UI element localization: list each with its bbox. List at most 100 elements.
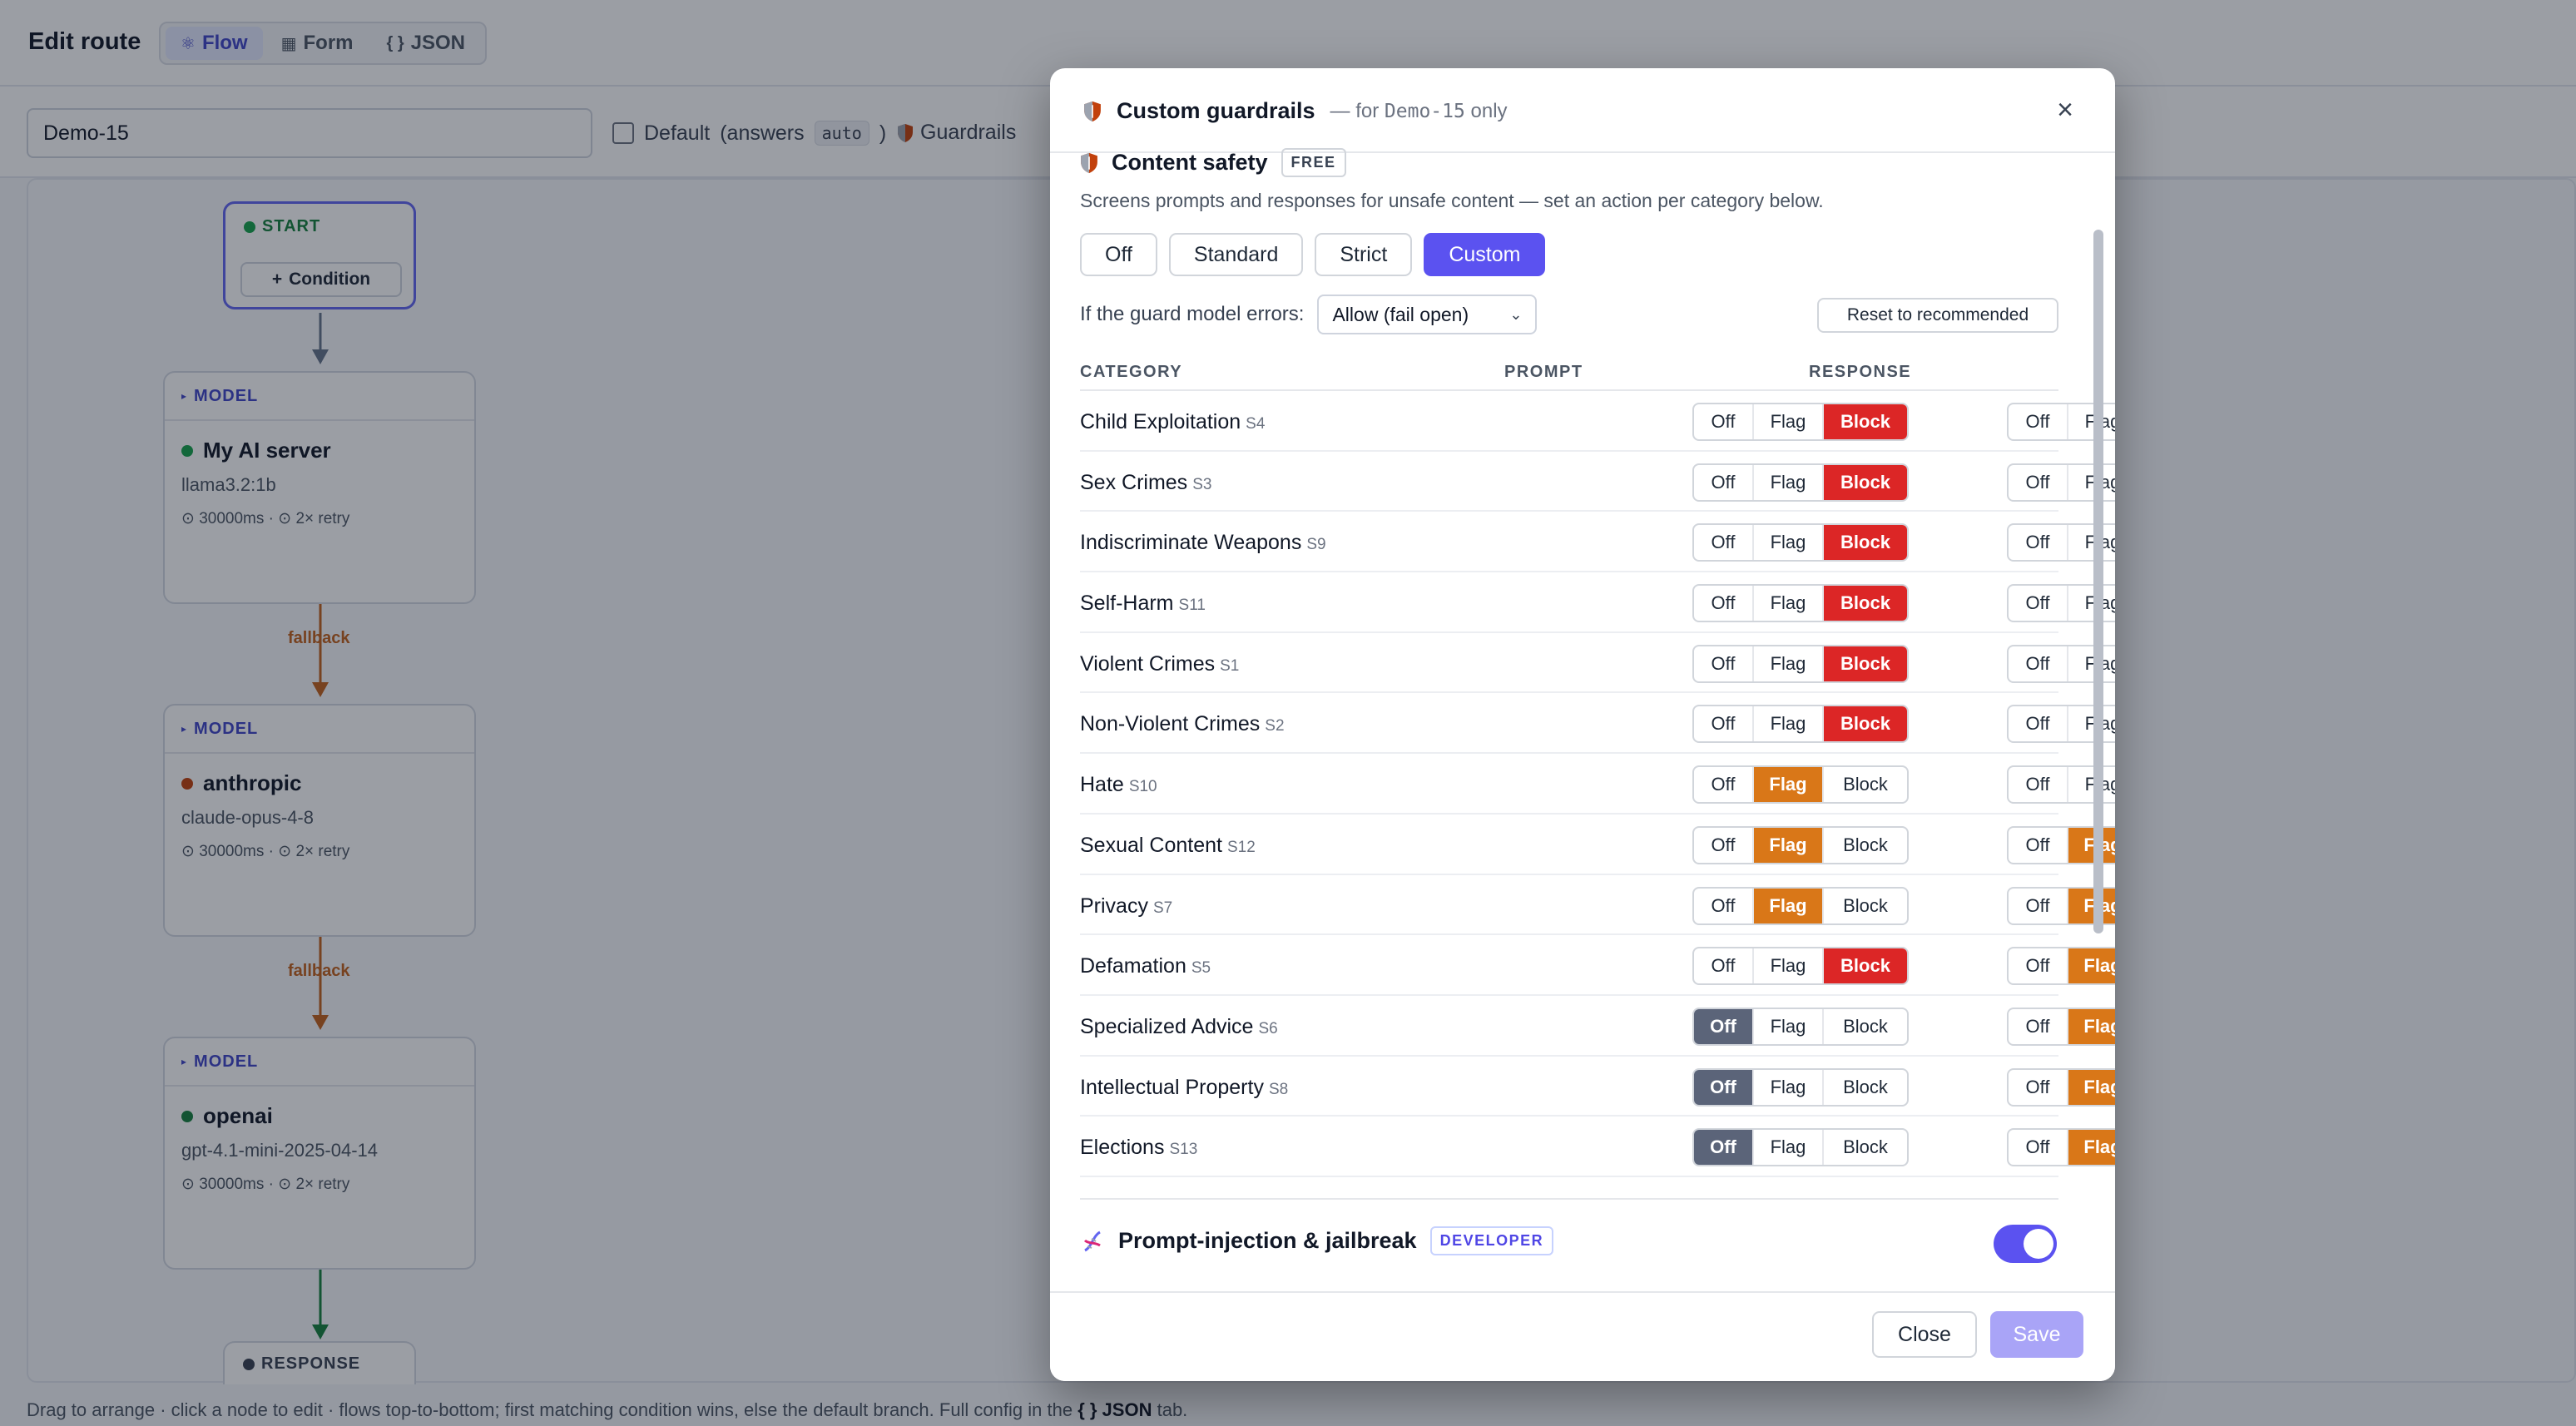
response-off-option[interactable]: Off [2009, 525, 2068, 561]
category-code: S2 [1265, 717, 1285, 735]
prompt-off-option[interactable]: Off [1694, 525, 1754, 561]
preset-custom-button[interactable]: Custom [1424, 233, 1546, 276]
prompt-off-option[interactable]: Off [1694, 767, 1754, 803]
response-off-option[interactable]: Off [2009, 646, 2068, 681]
category-code: S7 [1152, 899, 1173, 917]
table-row: Intellectual Property S8 Off Flag Block Off Fl… [1080, 1057, 2115, 1117]
category-name: Indiscriminate Weapons S9 [1080, 531, 1326, 555]
category-code: S6 [1258, 1019, 1278, 1037]
prompt-action-selector: Off Flag Block [1692, 886, 1909, 925]
prompt-action-selector: Off Flag Block [1692, 644, 1909, 683]
prompt-flag-option[interactable]: Flag [1754, 948, 1824, 984]
tier-badge: DEVELOPER [1429, 1226, 1554, 1255]
prompt-flag-option[interactable]: Flag [1754, 827, 1824, 863]
subtitle-suffix: only [1470, 99, 1508, 122]
table-row: Self-HarmS11OffFlagBlockOffFlagBlock [1080, 572, 2115, 633]
prompt-flag-option[interactable]: Flag [1754, 404, 1824, 439]
response-off-option[interactable]: Off [2009, 706, 2068, 742]
preset-off-button[interactable]: Off [1080, 233, 1157, 276]
response-off-option[interactable]: Off [2009, 464, 2068, 500]
response-off-option[interactable]: Off [2009, 586, 2068, 621]
fail-mode-select[interactable]: Allow (fail open) ⌄ [1317, 295, 1538, 334]
prompt-injection-title: Prompt-injection & jailbreak DEVELOPER [1080, 1226, 1554, 1255]
response-off-option[interactable]: Off [2009, 767, 2068, 803]
prompt-action-selector: Off Flag Block [1692, 403, 1909, 441]
prompt-action-selector: Off Flag Block [1692, 1007, 1909, 1046]
prompt-block-option[interactable]: Block [1824, 586, 1907, 621]
prompt-off-option[interactable]: Off [1694, 464, 1754, 500]
prompt-off-option[interactable]: Off [1694, 888, 1754, 923]
scrollbar-thumb[interactable] [2093, 230, 2103, 933]
prompt-off-option[interactable]: Off [1694, 706, 1754, 742]
category-name: Violent Crimes S1 [1080, 652, 1239, 676]
table-row: Sex CrimesS3OffFlagBlockOffFlagBlock [1080, 452, 2115, 512]
prompt-action-selector: Off Flag Block [1692, 584, 1909, 623]
modal-scrollbar[interactable] [2092, 158, 2105, 1290]
response-off-option[interactable]: Off [2009, 827, 2068, 863]
prompt-flag-option[interactable]: Flag [1754, 706, 1824, 742]
prompt-block-option[interactable]: Block [1824, 767, 1907, 802]
prompt-flag-option[interactable]: Flag [1754, 525, 1824, 561]
prompt-off-option[interactable]: Off [1694, 948, 1754, 984]
prompt-action-selector: Off Flag Block [1692, 705, 1909, 744]
reset-to-recommended-button[interactable]: Reset to recommended [1817, 298, 2058, 333]
response-off-option[interactable]: Off [2009, 1130, 2068, 1166]
column-header-response: RESPONSE [1809, 363, 1912, 381]
prompt-block-option[interactable]: Block [1824, 889, 1907, 923]
prompt-block-option[interactable]: Block [1824, 948, 1907, 984]
prompt-flag-option[interactable]: Flag [1754, 586, 1824, 621]
prompt-block-option[interactable]: Block [1824, 1009, 1907, 1044]
close-button[interactable]: Close [1872, 1311, 1977, 1358]
fail-mode-label: If the guard model errors: [1080, 303, 1305, 325]
response-off-option[interactable]: Off [2009, 1008, 2068, 1044]
response-off-option[interactable]: Off [2009, 888, 2068, 923]
prompt-off-option[interactable]: Off [1694, 404, 1754, 439]
table-row: DefamationS5OffFlagBlockOffFlagBlock [1080, 935, 2115, 996]
prompt-flag-option[interactable]: Flag [1754, 888, 1824, 923]
prompt-block-option[interactable]: Block [1824, 1130, 1907, 1165]
prompt-flag-option[interactable]: Flag [1754, 1008, 1824, 1044]
prompt-block-option[interactable]: Block [1824, 1070, 1907, 1105]
close-icon[interactable]: × [2048, 93, 2082, 126]
tier-badge: FREE [1281, 148, 1346, 177]
prompt-injection-toggle[interactable] [1994, 1225, 2057, 1263]
category-code: S5 [1191, 959, 1211, 978]
prompt-off-option[interactable]: Off [1694, 827, 1754, 863]
category-name: Self-Harm S11 [1080, 592, 1206, 616]
table-row: Child ExploitationS4OffFlagBlockOffFlagB… [1080, 391, 2115, 452]
prompt-off-option[interactable]: Off [1694, 1069, 1754, 1105]
preset-standard-button[interactable]: Standard [1168, 233, 1304, 276]
prompt-action-selector: Off Flag Block [1692, 463, 1909, 502]
prompt-flag-option[interactable]: Flag [1754, 767, 1824, 803]
fail-mode-row: If the guard model errors: Allow (fail o… [1080, 295, 1538, 334]
response-off-option[interactable]: Off [2009, 1069, 2068, 1105]
prompt-block-option[interactable]: Block [1824, 464, 1907, 500]
prompt-off-option[interactable]: Off [1694, 646, 1754, 681]
shield-icon [1084, 101, 1101, 121]
prompt-block-option[interactable]: Block [1824, 525, 1907, 561]
section-title-text: Content safety [1112, 150, 1268, 175]
category-code: S10 [1128, 778, 1157, 796]
section-description: Screens prompts and responses for unsafe… [1080, 190, 1824, 211]
preset-strict-button[interactable]: Strict [1315, 233, 1413, 276]
prompt-flag-option[interactable]: Flag [1754, 1130, 1824, 1166]
response-off-option[interactable]: Off [2009, 948, 2068, 984]
table-row: PrivacyS7OffFlagBlockOffFlagBlock [1080, 875, 2115, 936]
prompt-action-selector: Off Flag Block [1692, 1128, 1909, 1167]
prompt-off-option[interactable]: Off [1694, 1008, 1754, 1044]
prompt-flag-option[interactable]: Flag [1754, 1069, 1824, 1105]
response-off-option[interactable]: Off [2009, 404, 2068, 439]
prompt-flag-option[interactable]: Flag [1754, 646, 1824, 681]
save-button[interactable]: Save [1990, 1311, 2083, 1358]
dna-icon [1083, 1230, 1101, 1251]
prompt-block-option[interactable]: Block [1824, 828, 1907, 863]
prompt-block-option[interactable]: Block [1824, 404, 1907, 439]
prompt-flag-option[interactable]: Flag [1754, 464, 1824, 500]
category-name: Non-Violent Crimes S2 [1080, 712, 1285, 736]
prompt-off-option[interactable]: Off [1694, 1130, 1754, 1166]
prompt-off-option[interactable]: Off [1694, 586, 1754, 621]
prompt-block-option[interactable]: Block [1824, 706, 1907, 742]
prompt-block-option[interactable]: Block [1824, 646, 1907, 681]
table-row: Specialized AdviceS6OffFlagBlockOffFlagB… [1080, 996, 2115, 1057]
table-row: Non-Violent CrimesS2OffFlagBlockOffFlagB… [1080, 693, 2115, 755]
